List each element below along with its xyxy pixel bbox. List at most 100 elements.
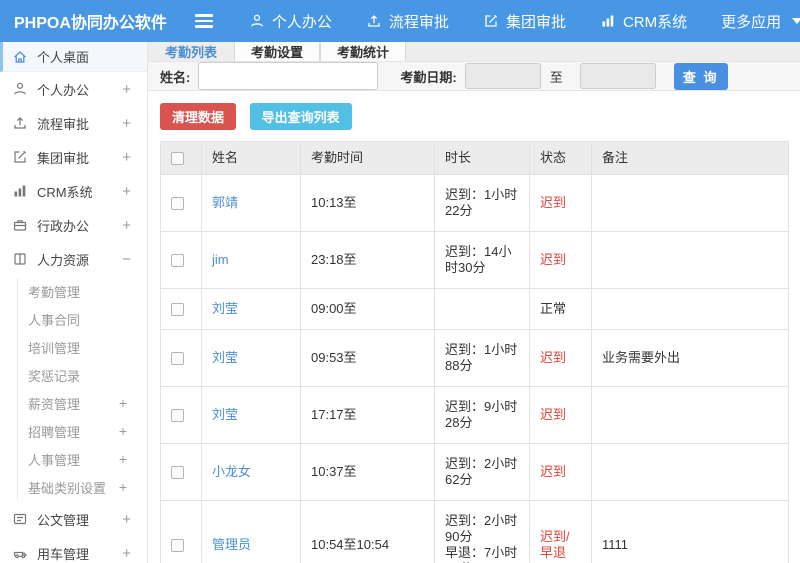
edit-icon bbox=[483, 13, 499, 29]
employee-name-link[interactable]: 管理员 bbox=[212, 537, 251, 552]
date-label: 考勤日期: bbox=[400, 69, 457, 85]
user-icon bbox=[12, 81, 28, 97]
sidebar-item-process-approval[interactable]: 流程审批 + bbox=[0, 106, 147, 140]
sidebar-item-admin-office[interactable]: 行政办公 + bbox=[0, 208, 147, 242]
export-list-button[interactable]: 导出查询列表 bbox=[249, 103, 352, 130]
bar-chart-icon bbox=[12, 183, 28, 199]
nav-label: 个人办公 bbox=[271, 13, 332, 31]
employee-name-link[interactable]: 刘莹 bbox=[212, 407, 238, 422]
expand-icon[interactable]: + bbox=[122, 149, 131, 166]
expand-icon[interactable]: + bbox=[122, 183, 131, 200]
attendance-time: 23:18至 bbox=[300, 231, 435, 289]
duration-cell: 迟到：1小时22分 bbox=[434, 174, 530, 232]
sidebar-subitem-attendance[interactable]: 考勤管理 bbox=[0, 277, 147, 305]
sidebar-subitem-label: 考勤管理 bbox=[28, 284, 81, 300]
filter-bar: 姓名: 考勤日期: 至 查 询 bbox=[148, 62, 800, 91]
date-to-label: 至 bbox=[549, 69, 563, 85]
expand-icon[interactable]: + bbox=[122, 217, 131, 234]
sidebar-item-label: 人力资源 bbox=[37, 252, 90, 268]
tab-attendance-settings[interactable]: 考勤设置 bbox=[234, 42, 320, 61]
employee-name-link[interactable]: 小龙女 bbox=[212, 464, 251, 479]
sidebar-subitem-label: 基础类别设置 bbox=[28, 480, 107, 496]
expand-icon[interactable]: + bbox=[119, 395, 127, 411]
employee-name-link[interactable]: 刘莹 bbox=[212, 350, 238, 365]
row-checkbox[interactable] bbox=[171, 352, 184, 366]
duration-cell bbox=[434, 288, 530, 330]
briefcase-icon bbox=[12, 217, 28, 233]
expand-icon[interactable]: + bbox=[122, 545, 131, 562]
sidebar-item-desktop[interactable]: 个人桌面 bbox=[0, 42, 147, 72]
process-icon bbox=[12, 115, 28, 131]
employee-name-link[interactable]: 郭靖 bbox=[212, 195, 238, 210]
expand-icon[interactable]: + bbox=[122, 115, 131, 132]
nav-label: 流程审批 bbox=[388, 13, 449, 31]
attendance-table: 姓名 考勤时间 时长 状态 备注 郭靖 10:13至 迟到：1小时22分 迟到 bbox=[160, 141, 789, 563]
nav-label: 集团审批 bbox=[505, 13, 566, 31]
row-checkbox[interactable] bbox=[171, 254, 184, 268]
employee-name-link[interactable]: 刘莹 bbox=[212, 301, 238, 316]
nav-crm-system[interactable]: CRM系统 bbox=[600, 11, 687, 32]
sidebar-item-crm[interactable]: CRM系统 + bbox=[0, 174, 147, 208]
document-icon bbox=[12, 511, 28, 527]
tab-attendance-list[interactable]: 考勤列表 bbox=[148, 42, 234, 61]
nav-label: CRM系统 bbox=[622, 13, 688, 31]
employee-name-link[interactable]: jim bbox=[212, 252, 229, 267]
sidebar-subitem-label: 奖惩记录 bbox=[28, 368, 81, 384]
sidebar-subitem-recruit[interactable]: 招聘管理 + bbox=[0, 417, 147, 445]
table-row: 刘莹 17:17至 迟到：9小时28分 迟到 bbox=[160, 386, 789, 444]
note-cell bbox=[591, 386, 789, 444]
row-checkbox[interactable] bbox=[171, 539, 184, 553]
sidebar-subitem-label: 招聘管理 bbox=[28, 424, 81, 440]
clear-data-button[interactable]: 清理数据 bbox=[160, 103, 237, 130]
expand-icon[interactable]: + bbox=[119, 423, 127, 439]
user-icon bbox=[249, 13, 265, 29]
hamburger-menu-icon[interactable] bbox=[194, 14, 213, 28]
expand-icon[interactable]: + bbox=[122, 511, 131, 528]
sidebar-subitem-personnel[interactable]: 人事管理 + bbox=[0, 445, 147, 473]
row-checkbox[interactable] bbox=[171, 197, 184, 211]
duration-cell: 迟到：2小时90分早退：7小时10分 bbox=[434, 500, 530, 563]
table-row: 郭靖 10:13至 迟到：1小时22分 迟到 bbox=[160, 174, 789, 232]
col-note: 备注 bbox=[591, 141, 789, 175]
sidebar-subitem-contracts[interactable]: 人事合同 bbox=[0, 305, 147, 333]
duration-cell: 迟到：14小时30分 bbox=[434, 231, 530, 289]
sidebar-subitem-base-category[interactable]: 基础类别设置 + bbox=[0, 473, 147, 501]
tab-attendance-stats[interactable]: 考勤统计 bbox=[320, 42, 406, 61]
status-text: 迟到 bbox=[540, 407, 567, 422]
sidebar-subitem-rewards[interactable]: 奖惩记录 bbox=[0, 361, 147, 389]
col-name: 姓名 bbox=[201, 141, 301, 175]
name-input[interactable] bbox=[198, 62, 379, 90]
status-text: 迟到 bbox=[540, 464, 567, 479]
sidebar-subitem-training[interactable]: 培训管理 bbox=[0, 333, 147, 361]
date-to-input[interactable] bbox=[579, 63, 656, 89]
sidebar-item-label: 集团审批 bbox=[37, 150, 90, 166]
table-row: 刘莹 09:53至 迟到：1小时88分 迟到 业务需要外出 bbox=[160, 329, 789, 387]
sidebar-item-group-approval[interactable]: 集团审批 + bbox=[0, 140, 147, 174]
status-text: 正常 bbox=[540, 301, 567, 316]
sidebar-item-hr[interactable]: 人力资源 − bbox=[0, 242, 147, 276]
expand-icon[interactable]: + bbox=[119, 479, 127, 495]
note-cell bbox=[591, 288, 789, 330]
sidebar-subitem-salary[interactable]: 薪资管理 + bbox=[0, 389, 147, 417]
sidebar-subitem-label: 人事合同 bbox=[28, 312, 81, 328]
nav-personal-office[interactable]: 个人办公 bbox=[249, 11, 332, 32]
sidebar-item-personal-office[interactable]: 个人办公 + bbox=[0, 72, 147, 106]
search-button[interactable]: 查 询 bbox=[673, 62, 728, 90]
row-checkbox[interactable] bbox=[171, 303, 184, 317]
date-from-input[interactable] bbox=[464, 63, 541, 89]
top-bar: PHPOA协同办公软件 个人办公 流程审批 集团审批 CRM系统 更多应用 bbox=[0, 0, 800, 42]
collapse-icon[interactable]: − bbox=[122, 251, 131, 268]
sidebar-item-vehicles[interactable]: 用车管理 + bbox=[0, 536, 147, 563]
date-filter-group: 考勤日期: 至 bbox=[400, 63, 656, 89]
row-checkbox[interactable] bbox=[171, 466, 184, 480]
nav-more-apps[interactable]: 更多应用 bbox=[721, 11, 800, 32]
nav-group-approval[interactable]: 集团审批 bbox=[483, 11, 566, 32]
sidebar-item-documents[interactable]: 公文管理 + bbox=[0, 502, 147, 536]
expand-icon[interactable]: + bbox=[119, 451, 127, 467]
nav-process-approval[interactable]: 流程审批 bbox=[366, 11, 449, 32]
expand-icon[interactable]: + bbox=[122, 81, 131, 98]
select-all-checkbox[interactable] bbox=[171, 152, 184, 166]
attendance-time: 10:54至10:54 bbox=[300, 500, 435, 563]
row-checkbox[interactable] bbox=[171, 409, 184, 423]
status-text: 迟到 bbox=[540, 350, 567, 365]
